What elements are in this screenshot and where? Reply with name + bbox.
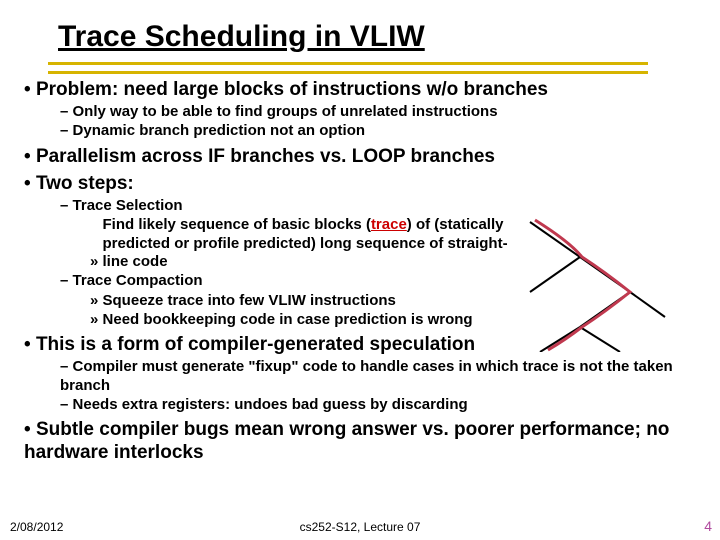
footer-course: cs252-S12, Lecture 07 [0, 520, 720, 534]
slide: Trace Scheduling in VLIW Problem: need l… [0, 0, 720, 540]
title-rule [48, 62, 648, 74]
bullet-problem-text: Problem: need large blocks of instructio… [36, 79, 548, 100]
bullet-bugs: Subtle compiler bugs mean wrong answer v… [24, 418, 708, 464]
trace-link[interactable]: trace [371, 216, 407, 233]
speculation-text: This is a form of compiler-generated spe… [36, 334, 475, 355]
two-steps-text: Two steps: [36, 173, 134, 194]
trace-compaction-label: Trace Compaction [73, 272, 203, 289]
speculation-sub-1: Compiler must generate "fixup" code to h… [60, 358, 708, 395]
sub-problem-1: Only way to be able to find groups of un… [60, 103, 708, 121]
trace-diagram [510, 212, 670, 352]
bullet-parallelism: Parallelism across IF branches vs. LOOP … [24, 145, 708, 168]
speculation-sub-2: Needs extra registers: undoes bad guess … [60, 396, 708, 414]
bullet-problem: Problem: need large blocks of instructio… [24, 78, 708, 141]
sub-problem-2: Dynamic branch prediction not an option [60, 122, 708, 140]
footer-page: 4 [704, 518, 712, 534]
slide-title: Trace Scheduling in VLIW [58, 20, 425, 54]
trace-selection-label: Trace Selection [73, 197, 183, 214]
ts-detail-pre: Find likely sequence of basic blocks ( [103, 216, 371, 233]
